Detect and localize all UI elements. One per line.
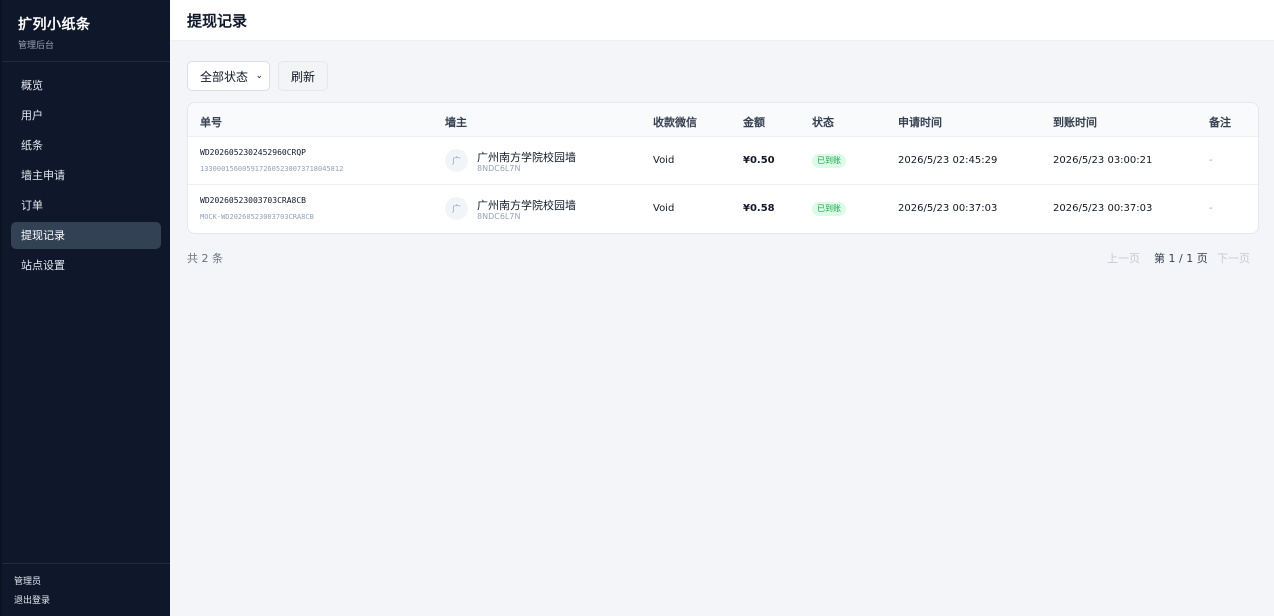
toolbar: 全部状态 ⌄ 刷新: [187, 61, 328, 91]
column-header-wechat: 收款微信: [653, 116, 697, 129]
arrived-time: 2026/5/23 00:37:03: [1053, 203, 1153, 214]
withdrawals-table: 单号 墙主 收款微信 金额 状态 申请时间 到账时间 备注 WD20260523…: [187, 102, 1259, 234]
status-filter-value: 全部状态: [200, 69, 249, 84]
column-header-arrived-time: 到账时间: [1053, 116, 1097, 129]
order-number: WD2026052302452960CRQP: [200, 148, 306, 157]
refresh-button[interactable]: 刷新: [278, 61, 328, 91]
avatar: 广: [445, 149, 468, 172]
transaction-number: 1330001560059172605230073718045812: [200, 165, 344, 173]
brand: 扩列小纸条 管理后台: [2, 0, 170, 62]
column-header-status: 状态: [812, 116, 834, 129]
owner-name: 广州南方学院校园墙: [477, 151, 576, 164]
next-page-button[interactable]: 下一页: [1217, 250, 1250, 266]
page-title: 提现记录: [187, 12, 248, 30]
arrived-time: 2026/5/23 03:00:21: [1053, 155, 1153, 166]
status-badge: 已到账: [812, 154, 846, 168]
applied-time: 2026/5/23 02:45:29: [898, 155, 998, 166]
current-role: 管理员: [14, 577, 42, 587]
sidebar-item-notes[interactable]: 纸条: [11, 132, 161, 159]
sidebar-footer: 管理员 退出登录: [2, 563, 170, 616]
sidebar-item-withdrawals[interactable]: 提现记录: [11, 222, 161, 249]
page-indicator: 第 1 / 1 页: [1154, 252, 1208, 265]
sidebar-nav: 概览 用户 纸条 墙主申请 订单 提现记录 站点设置: [2, 62, 170, 279]
amount: ¥0.58: [743, 203, 775, 214]
note: -: [1209, 203, 1213, 214]
transaction-number: MOCK-WD20260523003703CRA8CB: [200, 213, 314, 221]
brand-title: 扩列小纸条: [18, 17, 91, 33]
wechat-account: Void: [653, 155, 675, 166]
sidebar-item-users[interactable]: 用户: [11, 102, 161, 129]
sidebar-item-site-settings[interactable]: 站点设置: [11, 252, 161, 279]
order-number: WD20260523003703CRA8CB: [200, 196, 306, 205]
owner-id: 8NDC6L7N: [477, 164, 521, 173]
chevron-down-icon: ⌄: [255, 71, 263, 81]
column-header-note: 备注: [1209, 116, 1231, 129]
owner-id: 8NDC6L7N: [477, 212, 521, 221]
prev-page-button[interactable]: 上一页: [1107, 250, 1140, 266]
column-header-owner: 墙主: [445, 116, 467, 129]
sidebar: 扩列小纸条 管理后台 概览 用户 纸条 墙主申请 订单 提现记录 站点设置 管理…: [0, 0, 170, 616]
owner-name: 广州南方学院校园墙: [477, 199, 576, 212]
amount: ¥0.50: [743, 155, 775, 166]
table-header: 单号 墙主 收款微信 金额 状态 申请时间 到账时间 备注: [188, 103, 1258, 137]
table-row: WD20260523003703CRA8CB MOCK-WD2026052300…: [188, 185, 1258, 233]
note: -: [1209, 155, 1213, 166]
column-header-amount: 金额: [743, 116, 765, 129]
topbar: 提现记录: [170, 0, 1274, 41]
status-filter-select[interactable]: 全部状态 ⌄: [187, 61, 270, 91]
sidebar-item-overview[interactable]: 概览: [11, 72, 161, 99]
status-badge: 已到账: [812, 202, 846, 216]
column-header-applied-time: 申请时间: [898, 116, 942, 129]
applied-time: 2026/5/23 00:37:03: [898, 203, 998, 214]
brand-subtitle: 管理后台: [18, 41, 55, 51]
avatar: 广: [445, 197, 468, 220]
wechat-account: Void: [653, 203, 675, 214]
table-row: WD2026052302452960CRQP 13300015600591726…: [188, 137, 1258, 185]
sidebar-item-owner-applications[interactable]: 墙主申请: [11, 162, 161, 189]
total-count: 共 2 条: [187, 252, 223, 265]
logout-link[interactable]: 退出登录: [14, 593, 158, 606]
column-header-order-no: 单号: [200, 116, 222, 129]
sidebar-item-orders[interactable]: 订单: [11, 192, 161, 219]
